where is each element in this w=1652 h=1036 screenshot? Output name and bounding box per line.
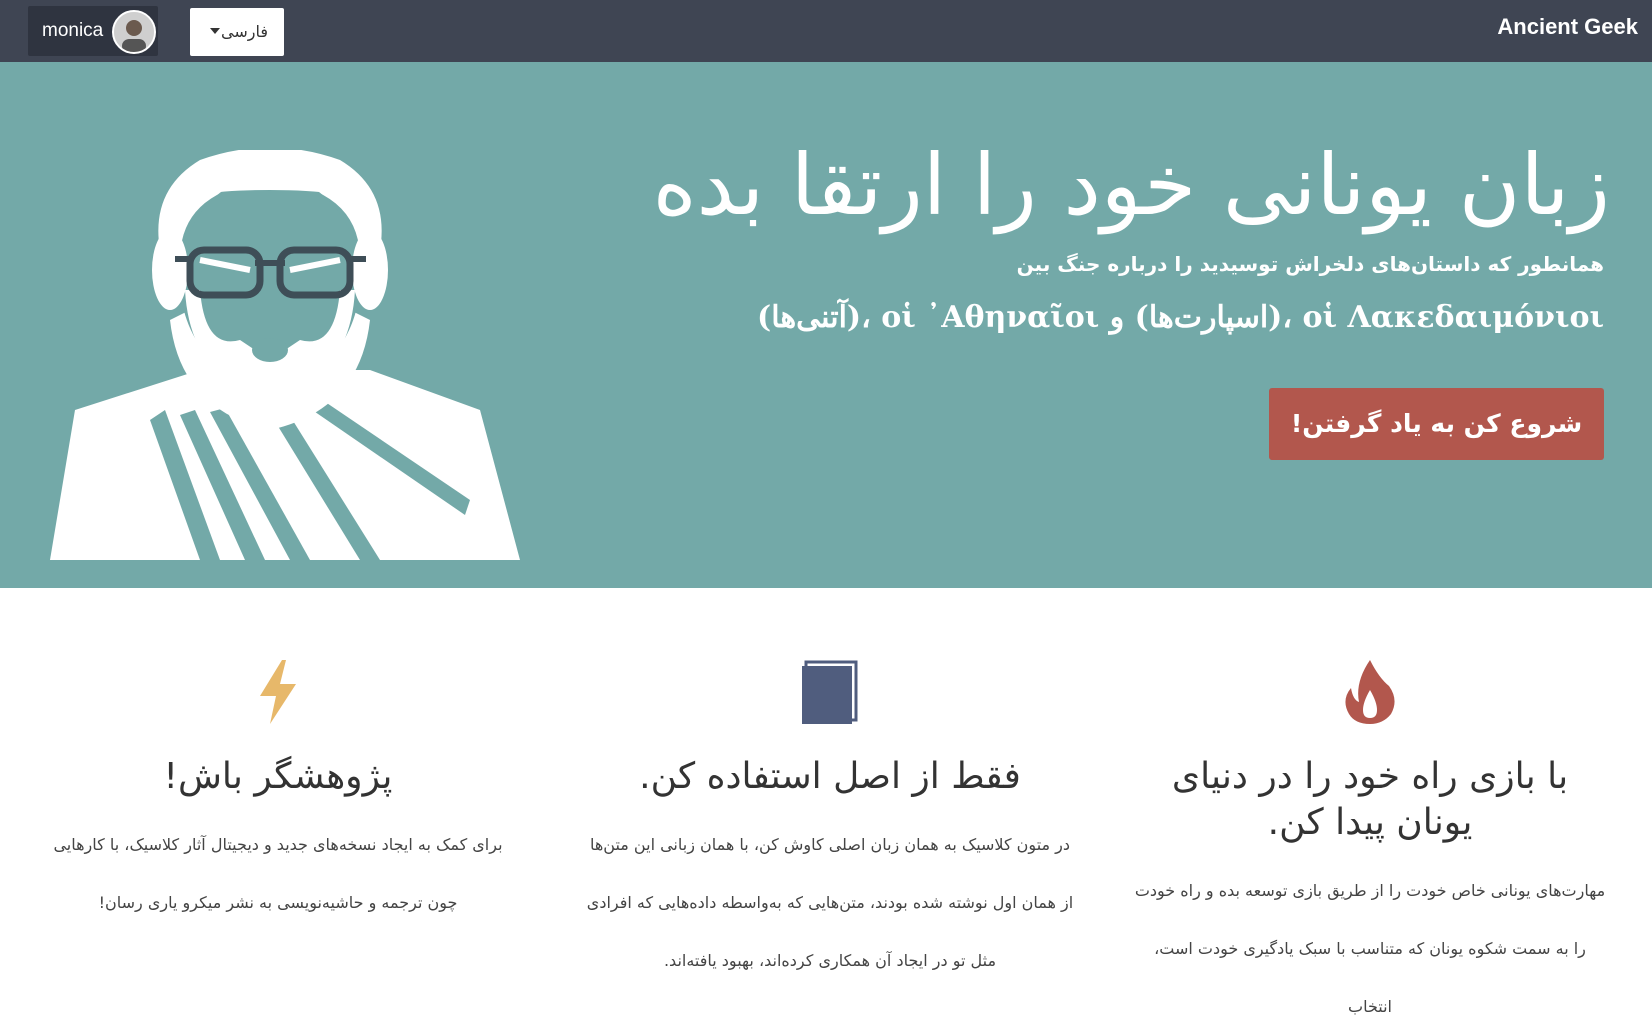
lightning-icon [260, 660, 296, 724]
feature-line: چون ترجمه و حاشیه‌نویسی به نشر میکرو یار… [98, 893, 458, 912]
start-learning-button[interactable]: شروع کن به یاد گرفتن! [1269, 388, 1604, 460]
feature-description: در متون کلاسیک به همان زبان اصلی کاوش کن… [580, 816, 1080, 990]
user-menu[interactable]: monica [28, 6, 158, 56]
hero-title: زبان یونانی خود را ارتقا بده [652, 136, 1610, 234]
feature-line: از همان اول نوشته شده بودند، متن‌هایی که… [586, 893, 1074, 912]
hero-subtitle: همانطور که داستان‌های دلخراش توسیدید را … [1016, 252, 1604, 276]
language-label: فارسی [221, 22, 268, 41]
feature-line: برای کمک به ایجاد نسخه‌های جدید و دیجیتا… [53, 835, 503, 854]
feature-line: در متون کلاسیک به همان زبان اصلی کاوش کن… [589, 835, 1071, 854]
book-icon [802, 660, 858, 724]
language-dropdown[interactable]: فارسی [190, 8, 284, 56]
brand-logo[interactable]: Ancient Geek [1497, 14, 1638, 40]
caret-down-icon [210, 28, 220, 34]
feature-line: را به سمت شکوه یونان که متناسب با سبک یا… [1154, 939, 1586, 1016]
user-avatar[interactable] [112, 10, 156, 54]
feature-title: فقط از اصل استفاده کن. [639, 756, 1021, 797]
feature-title: پژوهشگر باش! [163, 756, 393, 797]
feature-description: برای کمک به ایجاد نسخه‌های جدید و دیجیتا… [48, 816, 508, 932]
feature-line: مثل تو در ایجاد آن همکاری کرده‌اند، بهبو… [663, 951, 997, 970]
feature-researcher: پژوهشگر باش! برای کمک به ایجاد نسخه‌های … [48, 660, 508, 932]
username: monica [42, 20, 104, 41]
feature-play: با بازی راه خود را در دنیای یونان پیدا ک… [1130, 660, 1610, 1036]
feature-title: با بازی راه خود را در دنیای یونان پیدا ک… [1171, 756, 1569, 843]
feature-line: مهارت‌های یونانی خاص خودت را از طریق باز… [1134, 881, 1606, 900]
socrates-illustration [50, 150, 520, 560]
feature-original: فقط از اصل استفاده کن. در متون کلاسیک به… [580, 660, 1080, 990]
hero-greek-names: οἱ Λακεδαιμόνιοι ،(اسپارت‌ها) و οἱ ᾿Αθην… [757, 300, 1604, 335]
fire-icon [1345, 660, 1395, 724]
top-navbar: monica فارسی Ancient Geek [0, 0, 1652, 62]
